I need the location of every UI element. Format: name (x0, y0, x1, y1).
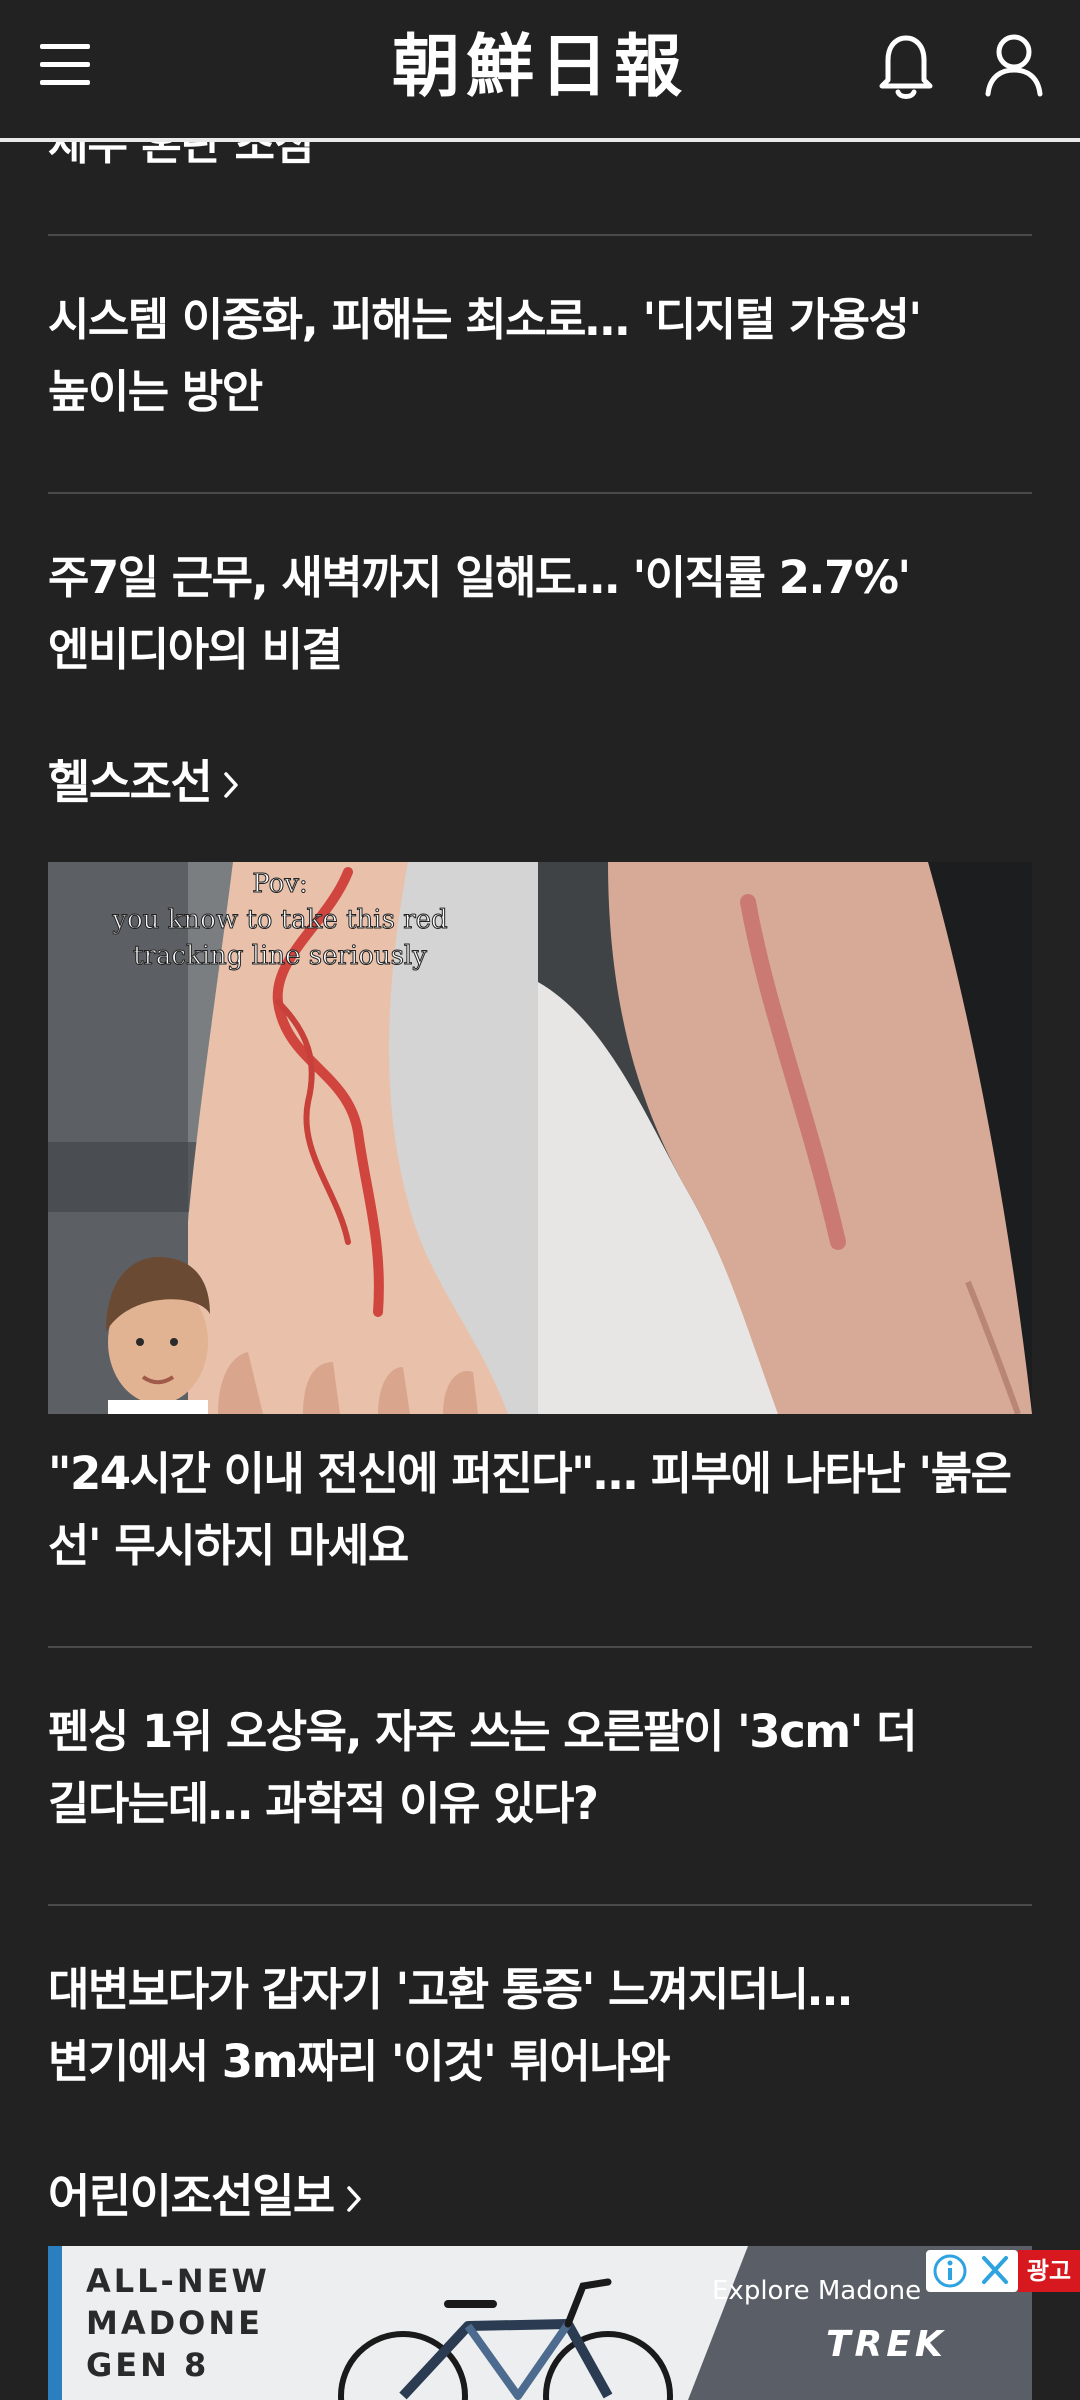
chevron-right-icon (344, 2173, 364, 2227)
top-header: 朝鮮日報 (0, 0, 1080, 142)
site-logo[interactable]: 朝鮮日報 (360, 22, 720, 112)
user-icon[interactable] (982, 30, 1046, 100)
section-title-label: 헬스조선 (48, 755, 213, 809)
divider (48, 1904, 1032, 1906)
ad-banner[interactable]: ALL-NEW MADONE GEN 8 Explore Madone TREK (48, 2246, 1032, 2400)
hamburger-menu-icon[interactable] (38, 40, 94, 90)
section-title-health-chosun[interactable]: 헬스조선 (48, 746, 241, 813)
headline-line: 시스템 이중화, 피해는 최소로… '디지털 가용성' (48, 293, 922, 346)
headline-line: 높이는 방안 (48, 365, 263, 418)
section-title-label: 어린이조선일보 (48, 2169, 335, 2223)
article-headline[interactable]: 시스템 이중화, 피해는 최소로… '디지털 가용성' 높이는 방안 (48, 284, 1038, 428)
article-headline[interactable]: 펜싱 1위 오상욱, 자주 쓰는 오른팔이 '3cm' 더 길다는데… 과학적 … (48, 1696, 1038, 1840)
divider (48, 492, 1032, 494)
headline-line: 길다는데… 과학적 이유 있다? (48, 1777, 599, 1830)
ad-headline: ALL-NEW MADONE GEN 8 (86, 2260, 270, 2386)
image-caption-line: tracking line seriously (133, 941, 427, 971)
ad-brand-logo: TREK (826, 2324, 947, 2365)
ad-headline-line: MADONE (86, 2304, 264, 2342)
section-title-kids-chosun[interactable]: 어린이조선일보 (48, 2160, 364, 2227)
headline-line: 엔비디아의 비결 (48, 623, 343, 676)
ad-close-icon[interactable] (982, 2256, 1008, 2284)
ad-explore-link[interactable]: Explore Madone (712, 2276, 921, 2306)
headline-line: 변기에서 3m짜리 '이것' 튀어나와 (48, 2035, 671, 2088)
ad-badge: 광고 (1018, 2250, 1080, 2292)
divider (48, 234, 1032, 236)
chevron-right-icon (221, 759, 241, 813)
ad-headline-line: GEN 8 (86, 2346, 210, 2384)
article-headline[interactable]: 주7일 근무, 새벽까지 일해도… '이직률 2.7%' 엔비디아의 비결 (48, 542, 1038, 686)
ad-controls (926, 2250, 1018, 2292)
feature-article-image[interactable]: Pov: you know to take this red tracking … (48, 862, 1032, 1414)
ad-headline-line: ALL-NEW (86, 2262, 270, 2300)
article-headline[interactable]: 대변보다가 갑자기 '고환 통증' 느껴지더니… 변기에서 3m짜리 '이것' … (48, 1954, 1038, 2098)
image-caption-line: Pov: (252, 869, 308, 899)
headline-line: "24시간 이내 전신에 퍼진다"… 피부에 나타난 '붉은 (48, 1447, 1012, 1500)
bell-icon[interactable] (874, 30, 938, 104)
headline-line: 펜싱 1위 오상욱, 자주 쓰는 오른팔이 '3cm' 더 (48, 1705, 918, 1758)
ad-info-icon[interactable] (933, 2254, 967, 2288)
divider (48, 1646, 1032, 1648)
headline-line: 주7일 근무, 새벽까지 일해도… '이직률 2.7%' (48, 551, 911, 604)
headline-line: 선' 무시하지 마세요 (48, 1519, 409, 1572)
feature-article-headline[interactable]: "24시간 이내 전신에 퍼진다"… 피부에 나타난 '붉은 선' 무시하지 마… (48, 1438, 1038, 1582)
image-caption-line: you know to take this red (111, 905, 447, 935)
headline-line: 대변보다가 갑자기 '고환 통증' 느껴지더니… (48, 1963, 853, 2016)
